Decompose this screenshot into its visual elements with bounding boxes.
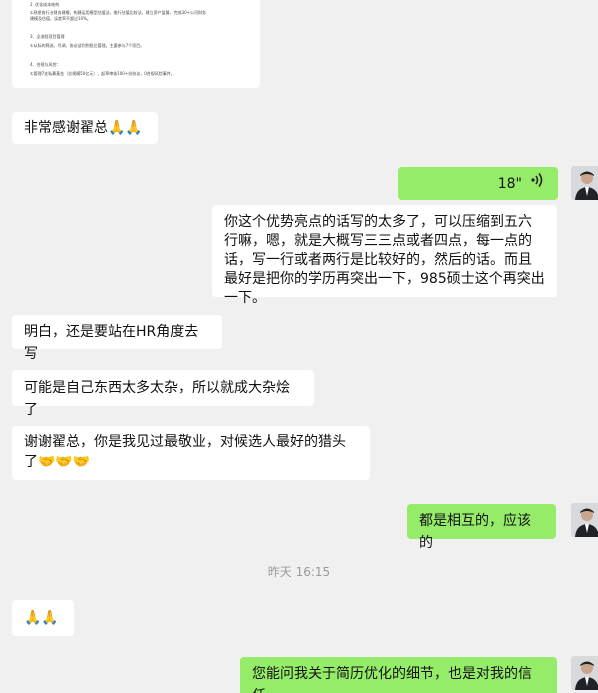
message-bubble-incoming[interactable]: 谢谢翟总，你是我见过最敬业，对候选人最好的猎头了🤝🤝🤝 [12, 426, 370, 480]
message-text: 您能问我关于简历优化的细节，也是对我的信任 [252, 666, 532, 693]
doc-line: ①从标的筛选、尽调、协议谈判到投后管理，主要参与7个项目。 [30, 43, 145, 48]
message-bubble-incoming[interactable]: 非常感谢翟总🙏🙏 [12, 112, 158, 144]
user-avatar-icon[interactable] [571, 503, 598, 537]
message-text: 明白，还是要站在HR角度去写 [24, 324, 199, 362]
voice-duration: 18" [497, 175, 522, 192]
voice-wave-icon [530, 172, 544, 195]
doc-line: 4、合规与风控： [30, 62, 61, 67]
doc-line: ①管理7支私募基金（总规模50亿元），起草审核100+份协议，0合规风险事件。 [30, 71, 175, 76]
message-text: 你这个优势亮点的话写的太多了，可以压缩到五六行嘛，嗯，就是大概写三三点或者四点，… [224, 214, 545, 306]
voice-transcript-bubble[interactable]: 你这个优势亮点的话写的太多了，可以压缩到五六行嘛，嗯，就是大概写三三点或者四点，… [212, 205, 557, 306]
voice-message-bubble[interactable]: 18" [398, 167, 558, 200]
message-text: 非常感谢翟总🙏🙏 [24, 120, 143, 136]
user-avatar-icon[interactable] [571, 166, 598, 200]
user-avatar-icon[interactable] [571, 656, 598, 690]
message-bubble-incoming[interactable]: 明白，还是要站在HR角度去写 [12, 315, 222, 362]
doc-line: 建模及估值，误差率不超过10%。 [30, 16, 91, 21]
message-bubble-incoming[interactable]: 🙏🙏 [12, 600, 74, 636]
message-bubble-outgoing[interactable]: 都是相互的，应该的 [407, 504, 556, 551]
document-preview-card[interactable]: 2. 优化成本结构 ①熟悉各行业财务建模，构建运用模型估值法，推行估值比较法，建… [12, 0, 260, 88]
chat-area: 2. 优化成本结构 ①熟悉各行业财务建模，构建运用模型估值法，推行估值比较法，建… [0, 0, 598, 693]
message-bubble-outgoing[interactable]: 您能问我关于简历优化的细节，也是对我的信任 [240, 657, 557, 693]
doc-line: ①熟悉各行业财务建模，构建运用模型估值法，推行估值比较法，建立资产监督，完成30… [30, 10, 207, 15]
message-text: 都是相互的，应该的 [419, 513, 531, 551]
timestamp: 昨天 16:15 [267, 565, 331, 579]
message-text: 🙏🙏 [24, 610, 59, 626]
doc-line: 2. 优化成本结构 [30, 2, 60, 7]
message-bubble-incoming[interactable]: 可能是自己东西太多太杂，所以就成大杂烩了 [12, 370, 314, 418]
message-text: 谢谢翟总，你是我见过最敬业，对候选人最好的猎头了🤝🤝🤝 [24, 434, 346, 470]
message-text: 可能是自己东西太多太杂，所以就成大杂烩了 [24, 380, 290, 418]
doc-line: 3、全流程项目管理 [30, 34, 65, 39]
